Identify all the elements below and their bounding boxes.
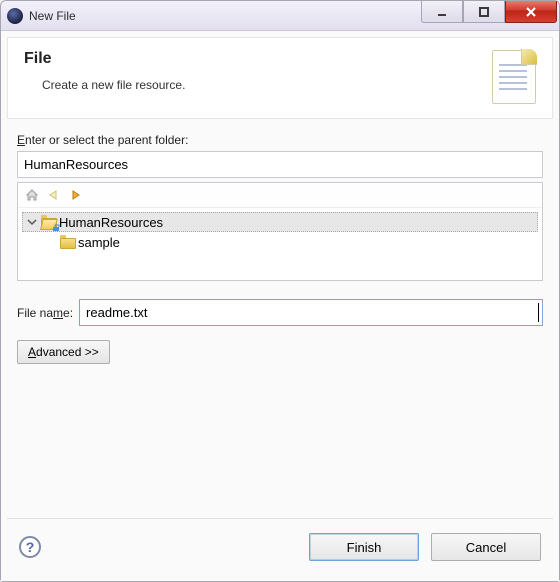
window-controls [421, 1, 559, 30]
window-title: New File [29, 9, 76, 23]
close-button[interactable] [505, 1, 557, 23]
minimize-button[interactable] [421, 1, 463, 23]
filename-label: File name: [17, 306, 73, 320]
back-button[interactable] [46, 187, 62, 203]
forward-button[interactable] [68, 187, 84, 203]
dialog-header: File Create a new file resource. [7, 37, 553, 119]
minimize-icon [436, 6, 448, 18]
tree-item-root[interactable]: HumanResources [22, 212, 538, 232]
parent-folder-label: Enter or select the parent folder: [17, 133, 543, 147]
home-button[interactable] [24, 187, 40, 203]
tree-item-child[interactable]: sample [22, 232, 538, 252]
folder-open-icon [41, 215, 57, 229]
dialog-footer: ? Finish Cancel [7, 518, 553, 575]
home-icon [25, 188, 39, 202]
chevron-down-icon[interactable] [27, 215, 39, 230]
tree-toolbar [18, 183, 542, 208]
dialog-new-file: New File File Create a new file resource… [0, 0, 560, 582]
folder-tree[interactable]: HumanResources sample [18, 208, 542, 280]
filename-input[interactable] [79, 299, 543, 326]
arrow-right-icon [69, 189, 83, 201]
parent-folder-input[interactable] [17, 151, 543, 178]
maximize-icon [478, 6, 490, 18]
new-file-icon [492, 50, 536, 104]
page-title: File [24, 50, 492, 68]
tree-item-label: sample [78, 235, 120, 250]
page-subtitle: Create a new file resource. [24, 78, 492, 92]
arrow-left-icon [47, 189, 61, 201]
folder-icon [60, 235, 76, 249]
share-badge-icon [52, 224, 60, 232]
dialog-client: File Create a new file resource. Enter o… [1, 31, 559, 581]
dialog-content: Enter or select the parent folder: [7, 119, 553, 518]
cancel-button[interactable]: Cancel [431, 533, 541, 561]
help-icon: ? [26, 539, 35, 555]
titlebar[interactable]: New File [1, 1, 559, 31]
advanced-button[interactable]: Advanced >> [17, 340, 110, 364]
tree-item-label: HumanResources [59, 215, 163, 230]
finish-button[interactable]: Finish [309, 533, 419, 561]
maximize-button[interactable] [463, 1, 505, 23]
close-icon [524, 6, 538, 18]
eclipse-icon [7, 8, 23, 24]
help-button[interactable]: ? [19, 536, 41, 558]
folder-tree-panel: HumanResources sample [17, 182, 543, 281]
